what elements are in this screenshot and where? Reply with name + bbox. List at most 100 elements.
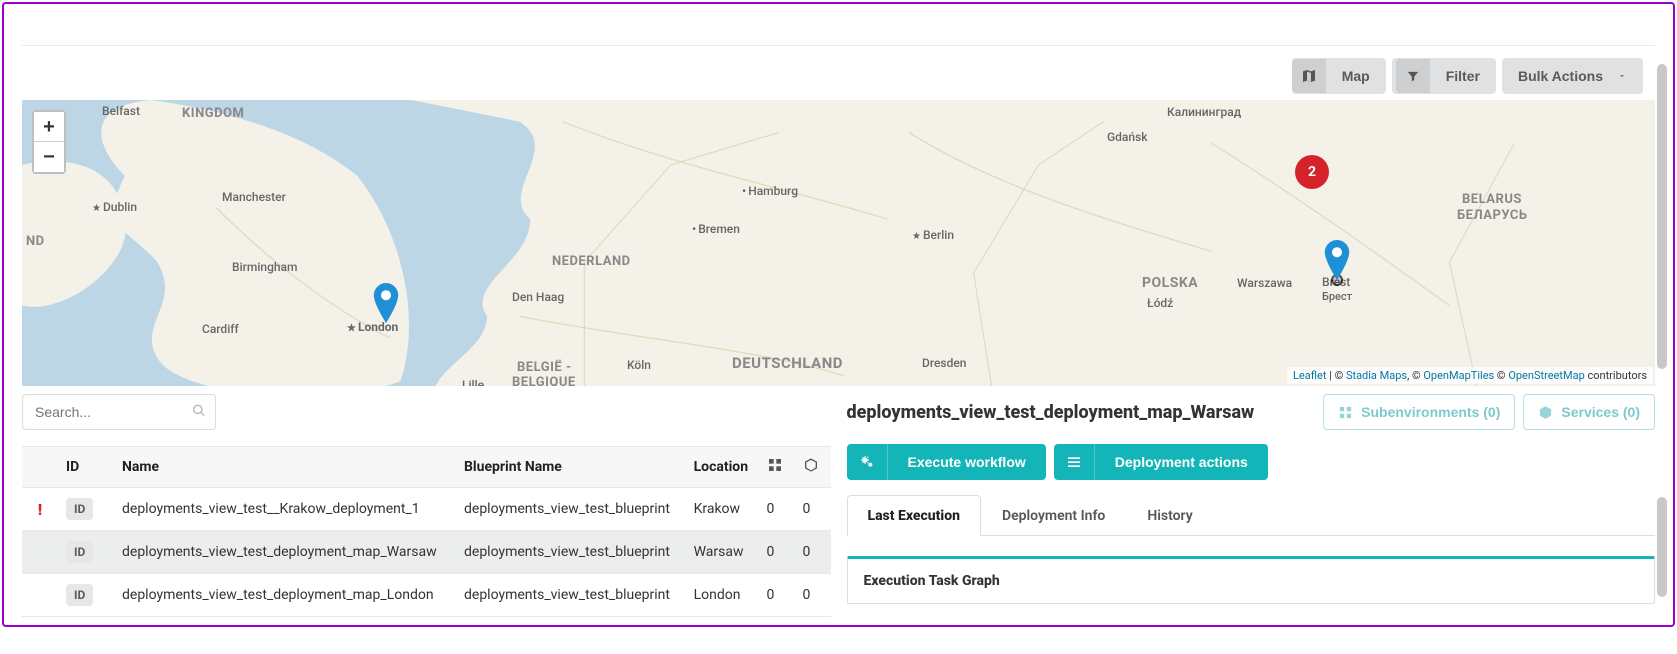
execute-workflow-button[interactable]: Execute workflow bbox=[847, 444, 1046, 480]
error-icon: ! bbox=[30, 500, 50, 519]
location-cell: Krakow bbox=[686, 488, 759, 531]
deployments-map[interactable]: Belfast KINGDOM Dublin Manchester Birmin… bbox=[22, 100, 1655, 386]
blueprint-cell: deployments_view_test_blueprint bbox=[456, 574, 686, 617]
detail-tabs: Last Execution Deployment Info History bbox=[847, 494, 1656, 536]
leaflet-link[interactable]: Leaflet bbox=[1293, 369, 1326, 382]
map-label: NEDERLAND bbox=[552, 254, 631, 269]
table-row[interactable]: ID deployments_view_test_deployment_map_W… bbox=[22, 531, 831, 574]
id-chip[interactable]: ID bbox=[66, 584, 93, 606]
deployment-title: deployments_view_test_deployment_map_War… bbox=[847, 402, 1255, 423]
search-icon bbox=[192, 403, 206, 422]
map-label: ND bbox=[26, 234, 45, 249]
map-marker-warsaw[interactable] bbox=[1323, 240, 1351, 280]
filter-icon bbox=[1396, 59, 1430, 93]
blueprint-cell: deployments_view_test_blueprint bbox=[456, 531, 686, 574]
map-label: Калининград bbox=[1167, 105, 1241, 119]
map-label: Manchester bbox=[222, 190, 286, 204]
map-label: БЕЛАРУСЬ bbox=[1457, 208, 1528, 223]
map-label: Łódź bbox=[1147, 296, 1173, 310]
map-icon bbox=[1292, 59, 1326, 93]
map-label: Hamburg bbox=[742, 184, 798, 198]
subenv-count-cell: 0 bbox=[759, 488, 795, 531]
services-button[interactable]: Services (0) bbox=[1523, 394, 1655, 430]
map-label: Gdańsk bbox=[1107, 130, 1148, 144]
map-label: KINGDOM bbox=[182, 106, 244, 121]
subenv-icon bbox=[1338, 405, 1353, 420]
cogs-icon bbox=[847, 444, 888, 480]
search-field bbox=[22, 394, 216, 430]
stadia-link[interactable]: Stadia Maps bbox=[1346, 369, 1407, 382]
view-toolbar: Map Filter Bulk Actions bbox=[22, 58, 1655, 94]
map-label: Dresden bbox=[922, 356, 966, 370]
name-cell: deployments_view_test_deployment_map_Lon… bbox=[114, 574, 456, 617]
map-label: Брест bbox=[1322, 290, 1352, 303]
zoom-out-button[interactable]: − bbox=[34, 142, 64, 172]
map-label: Köln bbox=[627, 358, 651, 372]
id-chip[interactable]: ID bbox=[66, 498, 93, 520]
execution-task-graph-panel: Execution Task Graph bbox=[847, 556, 1656, 604]
map-label: Cardiff bbox=[202, 322, 239, 336]
id-cell: ID bbox=[58, 531, 114, 574]
map-label: BELGIQUE bbox=[512, 375, 576, 386]
hamburger-icon bbox=[1054, 444, 1095, 480]
task-graph-title: Execution Task Graph bbox=[848, 559, 1655, 603]
cube-icon bbox=[1538, 405, 1553, 420]
map-label: Belfast bbox=[102, 104, 140, 118]
map-toggle-button[interactable]: Map bbox=[1292, 58, 1386, 94]
map-label: Den Haag bbox=[512, 290, 564, 304]
map-label: Lille bbox=[462, 378, 484, 386]
search-input[interactable] bbox=[22, 394, 216, 430]
bulk-actions-button[interactable]: Bulk Actions bbox=[1502, 58, 1643, 94]
map-label: Bremen bbox=[692, 222, 740, 236]
name-cell: deployments_view_test__Krakow_deployment… bbox=[114, 488, 456, 531]
map-zoom-control: + − bbox=[32, 110, 66, 174]
id-chip[interactable]: ID bbox=[66, 541, 93, 563]
services-count-cell: 0 bbox=[795, 488, 831, 531]
map-label: BELARUS bbox=[1462, 192, 1522, 207]
deployments-table: ID Name Blueprint Name Location bbox=[22, 446, 831, 617]
map-label: Dublin bbox=[92, 200, 137, 214]
location-cell: London bbox=[686, 574, 759, 617]
location-cell: Warsaw bbox=[686, 531, 759, 574]
scrollbar[interactable] bbox=[1655, 64, 1669, 619]
map-cluster-marker[interactable]: 2 bbox=[1295, 155, 1329, 189]
table-row[interactable]: ! ID deployments_view_test__Krakow_deploym… bbox=[22, 488, 831, 531]
map-label: Birmingham bbox=[232, 260, 297, 274]
zoom-in-button[interactable]: + bbox=[34, 112, 64, 142]
status-cell bbox=[22, 531, 58, 574]
col-blueprint[interactable]: Blueprint Name bbox=[456, 447, 686, 488]
col-name[interactable]: Name bbox=[114, 447, 456, 488]
map-marker-london[interactable] bbox=[372, 283, 400, 323]
services-count-cell: 0 bbox=[795, 531, 831, 574]
map-label: DEUTSCHLAND bbox=[732, 354, 843, 372]
table-row[interactable]: ID deployments_view_test_deployment_map_L… bbox=[22, 574, 831, 617]
services-count-cell: 0 bbox=[795, 574, 831, 617]
id-cell: ID bbox=[58, 488, 114, 531]
subenvironments-button[interactable]: Subenvironments (0) bbox=[1323, 394, 1515, 430]
map-label: POLSKA bbox=[1142, 275, 1198, 291]
map-attribution: Leaflet | © Stadia Maps, © OpenMapTiles … bbox=[1287, 367, 1653, 384]
tab-deployment-info[interactable]: Deployment Info bbox=[981, 495, 1126, 536]
deployment-actions-button[interactable]: Deployment actions bbox=[1054, 444, 1268, 480]
map-label: BELGIË - bbox=[517, 360, 572, 375]
id-cell: ID bbox=[58, 574, 114, 617]
name-cell: deployments_view_test_deployment_map_War… bbox=[114, 531, 456, 574]
blueprint-cell: deployments_view_test_blueprint bbox=[456, 488, 686, 531]
status-cell bbox=[22, 574, 58, 617]
tab-last-execution[interactable]: Last Execution bbox=[847, 495, 981, 536]
openmaptiles-link[interactable]: OpenMapTiles bbox=[1423, 369, 1494, 382]
osm-link[interactable]: OpenStreetMap bbox=[1508, 369, 1584, 382]
map-label: Berlin bbox=[912, 228, 954, 242]
subenv-count-cell: 0 bbox=[759, 574, 795, 617]
col-cube-icon[interactable] bbox=[795, 447, 831, 488]
col-status[interactable] bbox=[22, 447, 58, 488]
caret-down-icon bbox=[1617, 68, 1627, 84]
map-label: Warszawa bbox=[1237, 276, 1292, 290]
status-cell: ! bbox=[22, 488, 58, 531]
col-id[interactable]: ID bbox=[58, 447, 114, 488]
col-location[interactable]: Location bbox=[686, 447, 759, 488]
subenv-count-cell: 0 bbox=[759, 531, 795, 574]
filter-toggle-button[interactable]: Filter bbox=[1392, 58, 1496, 94]
col-subenv-icon[interactable] bbox=[759, 447, 795, 488]
tab-history[interactable]: History bbox=[1126, 495, 1213, 536]
